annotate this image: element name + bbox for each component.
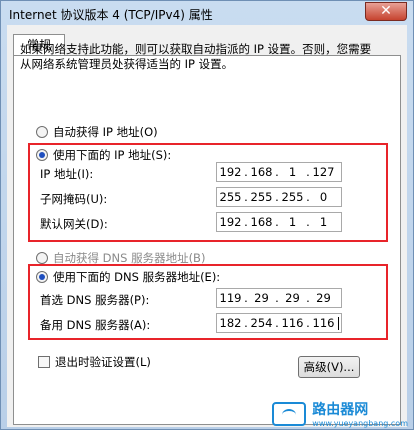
radio-manual-ip-label: 使用下面的 IP 地址(S):: [53, 148, 172, 162]
ip-octet: 116: [312, 316, 335, 330]
radio-manual-ip-indicator[interactable]: [36, 149, 48, 161]
ip-octet: 1: [288, 165, 297, 179]
ip-octet: 119: [219, 291, 242, 305]
ip-octet: 192: [219, 215, 242, 229]
router-logo-icon: [272, 401, 307, 426]
radio-manual-dns-label: 使用下面的 DNS 服务器地址(E):: [53, 270, 221, 284]
radio-auto-ip-label: 自动获得 IP 地址(O): [53, 125, 158, 139]
radio-manual-ip[interactable]: 使用下面的 IP 地址(S):: [36, 147, 171, 163]
subnet-mask-label: 子网掩码(U):: [40, 192, 108, 206]
radio-auto-dns-indicator[interactable]: [36, 252, 48, 264]
ip-octet: 1: [319, 215, 328, 229]
watermark-text: 路由器网: [312, 402, 369, 418]
validate-checkbox-box[interactable]: [38, 356, 50, 368]
ip-octet: 29: [254, 291, 269, 305]
radio-auto-ip[interactable]: 自动获得 IP 地址(O): [36, 124, 158, 140]
validate-checkbox-label: 退出时验证设置(L): [55, 355, 151, 369]
ip-address-input[interactable]: 192. 168. 1. 127: [216, 162, 342, 182]
title-bar[interactable]: Internet 协议版本 4 (TCP/IPv4) 属性 ✕: [1, 1, 413, 25]
ip-octet: 116: [281, 316, 304, 330]
alternate-dns-input[interactable]: 182. 254. 116. 116: [216, 313, 342, 333]
radio-auto-ip-indicator[interactable]: [36, 126, 48, 138]
validate-settings-checkbox[interactable]: 退出时验证设置(L): [38, 354, 151, 370]
description-text: 如果网络支持此功能，则可以获取自动指派的 IP 设置。否则，您需要从网络系统管理…: [20, 42, 372, 71]
ip-octet: 0: [319, 190, 328, 204]
watermark: 路由器网 www.yueyangbang.com: [272, 399, 408, 428]
advanced-button[interactable]: 高级(V)...: [298, 356, 360, 378]
text-cursor: [338, 316, 339, 330]
ip-octet: 168: [250, 165, 273, 179]
default-gateway-input[interactable]: 192. 168. 1. 1: [216, 212, 342, 232]
ip-octet: 254: [250, 316, 273, 330]
ip-octet: 127: [312, 165, 335, 179]
ip-address-label: IP 地址(I):: [40, 167, 94, 181]
radio-manual-dns[interactable]: 使用下面的 DNS 服务器地址(E):: [36, 269, 220, 285]
window-title: Internet 协议版本 4 (TCP/IPv4) 属性: [9, 8, 213, 22]
ip-octet: 255: [219, 190, 242, 204]
watermark-url: www.yueyangbang.com: [312, 419, 408, 428]
ip-octet: 182: [219, 316, 242, 330]
alternate-dns-label: 备用 DNS 服务器(A):: [40, 318, 151, 332]
close-button[interactable]: ✕: [365, 2, 407, 21]
preferred-dns-label: 首选 DNS 服务器(P):: [40, 293, 150, 307]
ip-octet: 29: [316, 291, 331, 305]
ip-octet: 255: [250, 190, 273, 204]
ip-octet: 255: [281, 190, 304, 204]
default-gateway-label: 默认网关(D):: [40, 217, 108, 231]
ip-octet: 1: [288, 215, 297, 229]
radio-manual-dns-indicator[interactable]: [36, 271, 48, 283]
ip-octet: 29: [285, 291, 300, 305]
subnet-mask-input[interactable]: 255. 255. 255. 0: [216, 187, 342, 207]
ip-octet: 168: [250, 215, 273, 229]
close-icon: ✕: [380, 3, 392, 19]
ip-octet: 192: [219, 165, 242, 179]
preferred-dns-input[interactable]: 119. 29. 29. 29: [216, 288, 342, 308]
